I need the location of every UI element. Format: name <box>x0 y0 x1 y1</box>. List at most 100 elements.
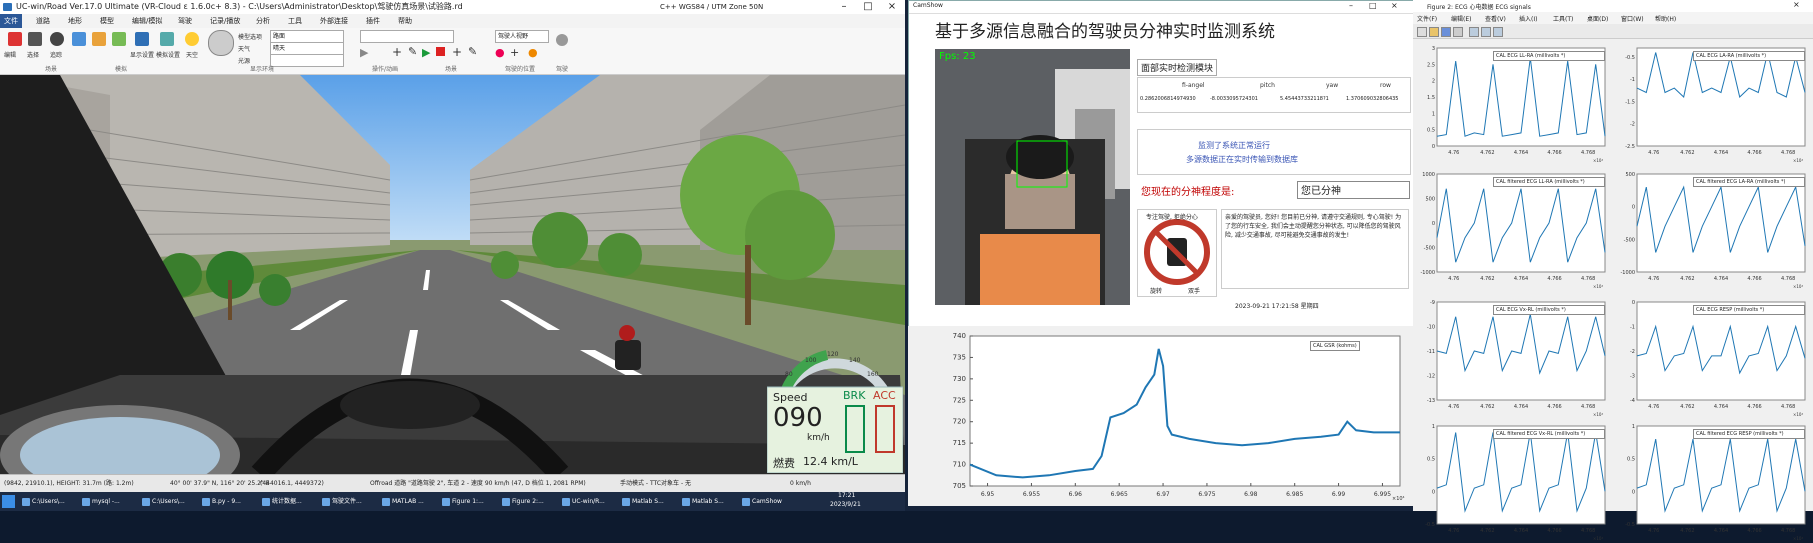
road-icon[interactable] <box>72 32 86 46</box>
taskbar-item-3[interactable]: B.py - 9... <box>200 494 241 509</box>
taskbar-item-6[interactable]: MATLAB ... <box>380 494 424 509</box>
data-cursor-icon[interactable] <box>1469 27 1479 37</box>
ecg-x-tick: 4.762 <box>1680 276 1694 282</box>
menu-item-9[interactable]: 外部连接 <box>316 14 352 28</box>
taskbar-item-0[interactable]: C:\Users\... <box>20 494 65 509</box>
menu-item-3[interactable]: 模型 <box>96 14 118 28</box>
time-dial-icon[interactable] <box>208 30 234 56</box>
camshow-close-icon[interactable]: × <box>1391 1 1398 10</box>
location-pin-icon-2[interactable]: ● <box>528 46 538 59</box>
ecg-x-exponent: ×10⁴ <box>1593 284 1604 289</box>
taskbar-item-9[interactable]: UC-win/R... <box>560 494 605 509</box>
taskbar-item-7[interactable]: Figure 1:... <box>440 494 484 509</box>
camshow-minimize-icon[interactable]: – <box>1349 1 1353 10</box>
group-simulation: 模拟 <box>115 66 128 73</box>
minimize-icon[interactable]: – <box>832 0 856 14</box>
gsr-y-tick: 710 <box>953 461 966 469</box>
ecg-x-tick: 4.762 <box>1480 528 1494 534</box>
camshow-maximize-icon[interactable]: □ <box>1369 1 1377 10</box>
ecg-y-tick: 1000 <box>1422 172 1435 178</box>
ecg-menu-item-1[interactable]: 编辑(E) <box>1451 14 1471 23</box>
ecg-x-tick: 4.764 <box>1514 528 1528 534</box>
ecg-legend: CAL filtered ECG RESP (millivolts *) <box>1693 429 1805 439</box>
ecg-legend: CAL ECG LA-RA (millivolts *) <box>1693 51 1805 61</box>
driving-scene-viewport[interactable]: 80 100 120 140 160 Speed 090 km/h BRK AC… <box>0 75 905 474</box>
group-operation: 操作/动画 <box>372 66 399 73</box>
ecg-menu-item-4[interactable]: 工具(T) <box>1553 14 1573 23</box>
play-icon[interactable]: ▶ <box>360 46 368 59</box>
scenario-select[interactable] <box>360 30 454 43</box>
menu-item-1[interactable]: 道路 <box>32 14 54 28</box>
select-icon[interactable] <box>28 32 42 46</box>
ecg-menu-item-5[interactable]: 桌面(D) <box>1587 14 1608 23</box>
location-pin-icon[interactable]: ● <box>495 46 505 59</box>
status-latlon: 40° 00' 37.9" N, 116° 20' 25.2" E <box>170 480 270 487</box>
taskbar: C:\Users\... mysql -... C:\Users\... B.py -… <box>0 492 905 511</box>
add-icon[interactable]: + <box>392 45 402 59</box>
ecg-y-tick: -1 <box>1630 77 1635 83</box>
new-figure-icon[interactable] <box>1417 27 1427 37</box>
add-location-icon[interactable]: + <box>510 46 519 59</box>
tree-icon[interactable] <box>112 32 126 46</box>
close-icon[interactable]: × <box>880 0 904 14</box>
edit-icon[interactable] <box>8 32 22 46</box>
header-fi-angel: fi-angel <box>1182 82 1205 89</box>
taskbar-item-1[interactable]: mysql -... <box>80 494 120 509</box>
taskbar-item-8[interactable]: Figure 2:... <box>500 494 544 509</box>
open-icon[interactable] <box>1429 27 1439 37</box>
add-icon-2[interactable]: + <box>452 45 462 59</box>
gauge-tick-140: 140 <box>849 357 861 364</box>
start-icon[interactable] <box>2 495 15 508</box>
menu-item-7[interactable]: 分析 <box>252 14 274 28</box>
ecg-menu-item-0[interactable]: 文件(F) <box>1417 14 1437 23</box>
ecg-x-tick: 4.762 <box>1680 528 1694 534</box>
brake-bar <box>845 405 865 453</box>
ecg-menu-item-6[interactable]: 窗口(W) <box>1621 14 1644 23</box>
colorbar-icon[interactable] <box>1481 27 1491 37</box>
ecg-x-tick: 4.766 <box>1747 150 1761 156</box>
ecg-x-tick: 4.766 <box>1747 404 1761 410</box>
ecg-menu-item-7[interactable]: 帮助(H) <box>1655 14 1676 23</box>
taskbar-item-4[interactable]: 统计数据... <box>260 494 302 509</box>
ecg-x-tick: 4.764 <box>1714 404 1728 410</box>
warning-sign: 专注驾驶, 拒绝分心 旋转 双手 <box>1137 209 1217 297</box>
taskbar-item-12[interactable]: CamShow <box>740 494 782 509</box>
run-icon[interactable]: ▶ <box>422 46 430 59</box>
menu-item-2[interactable]: 地形 <box>64 14 86 28</box>
taskbar-item-10[interactable]: Matlab S... <box>620 494 664 509</box>
stop-icon[interactable] <box>436 47 445 56</box>
light-select[interactable] <box>270 54 344 67</box>
save-icon[interactable] <box>1441 27 1451 37</box>
menu-item-10[interactable]: 插件 <box>362 14 384 28</box>
drive-icon[interactable] <box>556 34 568 46</box>
camera-view-select[interactable]: 驾驶人视野 <box>495 30 549 43</box>
menu-item-8[interactable]: 工具 <box>284 14 306 28</box>
print-icon[interactable] <box>1453 27 1463 37</box>
menu-item-5[interactable]: 驾驶 <box>174 14 196 28</box>
camshow-window: CamShow – □ × 基于多源信息融合的驾驶员分神实时监测系统 Fps: … <box>908 0 1415 328</box>
taskbar-item-2[interactable]: C:\Users\... <box>140 494 185 509</box>
legend-icon[interactable] <box>1493 27 1503 37</box>
ecg-y-tick: -0.5 <box>1425 522 1435 528</box>
track-icon[interactable] <box>50 32 64 46</box>
taskbar-item-11[interactable]: Matlab S... <box>680 494 724 509</box>
pen-icon[interactable]: ✎ <box>408 45 417 58</box>
menu-item-6[interactable]: 记录/播放 <box>206 14 244 28</box>
pen-icon-2[interactable]: ✎ <box>468 45 477 58</box>
car-icon[interactable] <box>92 32 106 46</box>
gauge-tick-80: 80 <box>785 371 793 378</box>
display-settings-icon[interactable] <box>135 32 149 46</box>
sky-icon[interactable] <box>185 32 199 46</box>
simulation-settings-icon[interactable] <box>160 32 174 46</box>
taskbar-item-5[interactable]: 驾驶文件... <box>320 494 362 509</box>
maximize-icon[interactable]: □ <box>856 0 880 14</box>
ecg-close-icon[interactable]: × <box>1793 0 1800 9</box>
sim-status-bar: (9842, 21910.1), HEIGHT: 31.7m (路: 1.2m)… <box>0 474 905 492</box>
menu-item-11[interactable]: 帮助 <box>394 14 416 28</box>
menu-item-4[interactable]: 编辑/模拟 <box>128 14 166 28</box>
ecg-plot-area <box>1636 47 1806 147</box>
ecg-menu-item-2[interactable]: 查看(V) <box>1485 14 1506 23</box>
menu-item-0[interactable]: 文件 <box>0 14 22 28</box>
gsr-y-tick: 715 <box>953 439 966 447</box>
ecg-menu-item-3[interactable]: 插入(I) <box>1519 14 1537 23</box>
